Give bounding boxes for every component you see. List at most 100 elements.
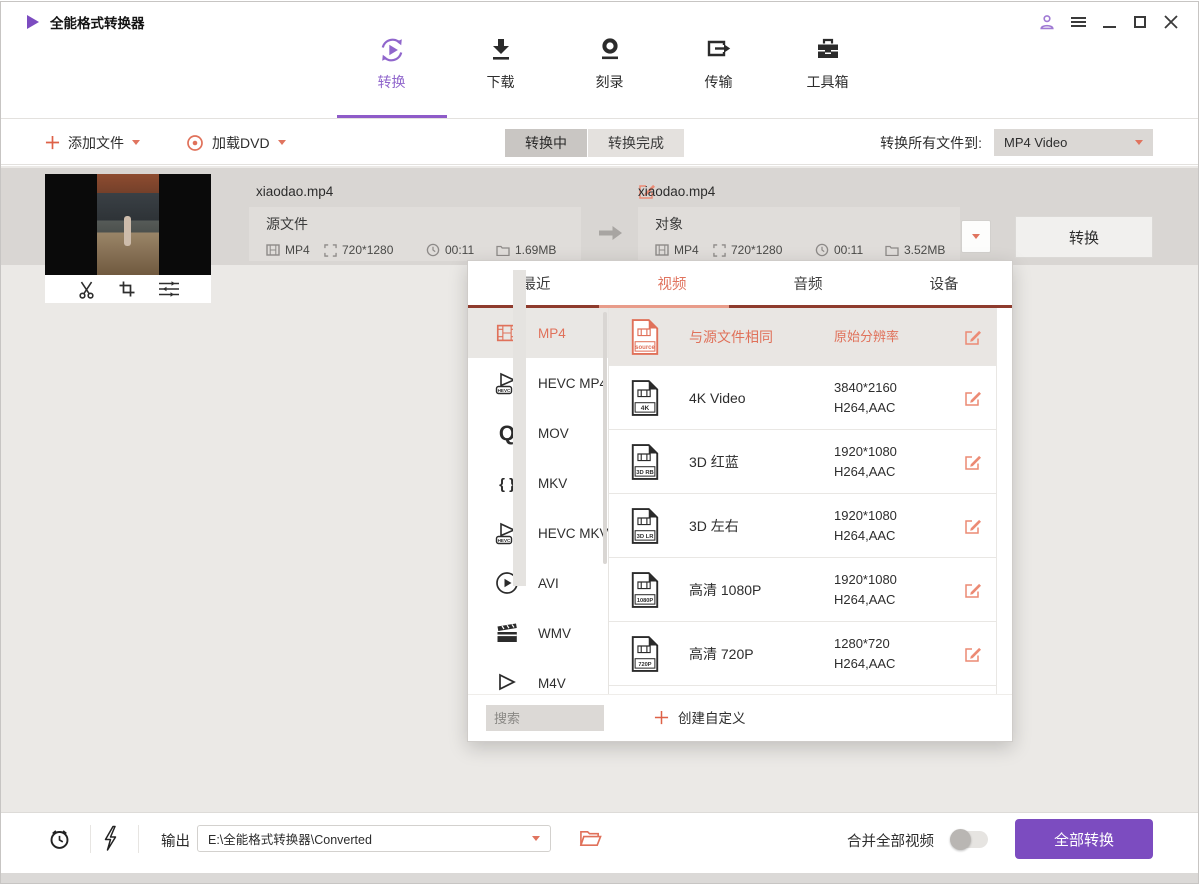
close-button[interactable] [1162, 13, 1180, 31]
popup-tab-audio[interactable]: 音频 [740, 261, 876, 305]
merge-videos-label: 合并全部视频 [847, 830, 934, 851]
source-format: MP4 [266, 243, 324, 257]
toggle-knob [950, 829, 971, 850]
edit-preset-icon[interactable] [964, 581, 982, 599]
caret-down-icon [532, 836, 540, 841]
format-search-input[interactable] [486, 705, 604, 731]
format-item-hevc-mp4[interactable]: HEVC HEVC MP4 [468, 358, 608, 408]
nav-tab-convert[interactable]: 转换 [337, 35, 446, 92]
nav-label-download: 下载 [487, 72, 515, 92]
edit-preset-icon[interactable] [964, 389, 982, 407]
nav-tab-toolbox[interactable]: 工具箱 [773, 35, 882, 92]
popup-tab-device[interactable]: 设备 [876, 261, 1012, 305]
film-icon [266, 244, 280, 256]
minimize-button[interactable] [1100, 13, 1118, 31]
convert-button[interactable]: 转换 [1015, 216, 1153, 258]
queue-tab-converting[interactable]: 转换中 [505, 129, 587, 157]
nav-label-toolbox: 工具箱 [807, 72, 849, 92]
edit-preset-icon[interactable] [964, 517, 982, 535]
output-path-select[interactable]: E:\全能格式转换器\Converted [197, 825, 551, 852]
popup-tab-video[interactable]: 视频 [604, 261, 740, 305]
svg-text:720P: 720P [638, 661, 651, 667]
format-item-wmv[interactable]: WMV [468, 608, 608, 658]
nav-label-convert: 转换 [378, 72, 406, 92]
format-item-mkv[interactable]: { } MKV [468, 458, 608, 508]
format-list: MP4 HEVC HEVC MP4 Q MOV { } [468, 308, 609, 694]
preset-list: source 与源文件相同 原始分辨率 4K 4K Video 384 [609, 308, 996, 694]
load-dvd-button[interactable]: 加载DVD [186, 133, 286, 153]
dvd-icon [186, 134, 204, 152]
app-logo-icon [25, 14, 41, 30]
account-icon[interactable] [1038, 13, 1056, 31]
target-resolution: 720*1280 [713, 243, 815, 257]
preset-doc-icon: 3D RB [627, 443, 663, 481]
schedule-alarm-icon[interactable] [47, 826, 72, 852]
format-item-mov[interactable]: Q MOV [468, 408, 608, 458]
folder-icon [496, 244, 510, 256]
target-format: MP4 [655, 243, 713, 257]
preset-doc-icon: 3D LR [627, 507, 663, 545]
plus-icon [45, 135, 60, 150]
target-filename: xiaodao.mp4 [638, 184, 715, 199]
output-label: 输出 [161, 830, 190, 851]
source-duration: 00:11 [426, 243, 496, 257]
menu-icon[interactable] [1069, 13, 1087, 31]
preset-hd-1080p[interactable]: 1080P 高清 1080P 1920*1080H264,AAC [609, 558, 996, 622]
clock-icon [426, 243, 440, 257]
nav-tab-burn[interactable]: 刻录 [555, 35, 664, 92]
edit-preset-icon[interactable] [964, 328, 982, 346]
edit-preset-icon[interactable] [964, 453, 982, 471]
target-title: 对象 [655, 214, 960, 234]
queue-tabs: 转换中 转换完成 [505, 129, 684, 157]
preset-list-scrollbar[interactable] [996, 308, 1012, 694]
plus-icon [654, 710, 669, 725]
format-picker-tabs: 最近 视频 音频 设备 [468, 261, 1012, 305]
trim-scissors-icon[interactable] [77, 280, 96, 299]
format-list-scrollbar[interactable] [603, 312, 607, 564]
format-item-mp4[interactable]: MP4 [468, 308, 608, 358]
folder-icon [885, 244, 899, 256]
footer-bar: 输出 E:\全能格式转换器\Converted 合并全部视频 全部转换 [1, 812, 1198, 864]
merge-toggle[interactable] [952, 831, 988, 848]
format-item-m4v[interactable]: M4V [468, 658, 608, 694]
nav-tab-download[interactable]: 下载 [446, 35, 555, 92]
format-item-avi[interactable]: AVI [468, 558, 608, 608]
nav-label-burn: 刻录 [596, 72, 624, 92]
preset-doc-icon: 4K [627, 379, 663, 417]
popup-tab-recent[interactable]: 最近 [468, 261, 604, 305]
nav-tab-transfer[interactable]: 传输 [664, 35, 773, 92]
divider [90, 825, 91, 853]
open-folder-icon[interactable] [579, 829, 602, 847]
format-dropdown-button[interactable] [961, 220, 991, 253]
source-title: 源文件 [266, 214, 581, 234]
format-picker-popup: 最近 视频 音频 设备 MP4 HEVC HEVC MP4 [467, 260, 1013, 742]
effects-sliders-icon[interactable] [158, 280, 180, 298]
source-size: 1.69MB [496, 243, 556, 257]
add-file-button[interactable]: 添加文件 [45, 133, 140, 153]
maximize-button[interactable] [1131, 13, 1149, 31]
source-resolution: 720*1280 [324, 243, 426, 257]
crop-icon[interactable] [118, 280, 136, 298]
app-window: 全能格式转换器 转换 下载 [0, 1, 1199, 884]
titlebar: 全能格式转换器 [25, 12, 145, 32]
arrow-right-icon [599, 224, 623, 242]
queue-tab-finished[interactable]: 转换完成 [588, 129, 684, 157]
video-thumbnail[interactable] [45, 174, 211, 275]
preset-same-as-source[interactable]: source 与源文件相同 原始分辨率 [609, 308, 996, 366]
preset-hd-720p[interactable]: 720P 高清 720P 1280*720H264,AAC [609, 622, 996, 686]
play-outline-icon [494, 670, 520, 694]
transfer-icon [704, 35, 734, 65]
target-info-card: 对象 MP4 720*1280 00:11 3.52MB [638, 207, 960, 261]
edit-preset-icon[interactable] [964, 645, 982, 663]
resolution-icon [324, 244, 337, 257]
preset-3d-leftright[interactable]: 3D LR 3D 左右 1920*1080H264,AAC [609, 494, 996, 558]
performance-bolt-icon[interactable] [102, 825, 119, 852]
format-item-hevc-mkv[interactable]: HEVC HEVC MKV [468, 508, 608, 558]
convert-all-button[interactable]: 全部转换 [1015, 819, 1153, 859]
svg-text:4K: 4K [641, 404, 650, 411]
preset-4k-video[interactable]: 4K 4K Video 3840*2160H264,AAC [609, 366, 996, 430]
convert-to-select[interactable]: MP4 Video [994, 129, 1153, 156]
preset-3d-redblue[interactable]: 3D RB 3D 红蓝 1920*1080H264,AAC [609, 430, 996, 494]
create-custom-button[interactable]: 创建自定义 [654, 707, 746, 727]
window-bottom-strip [1, 873, 1198, 883]
